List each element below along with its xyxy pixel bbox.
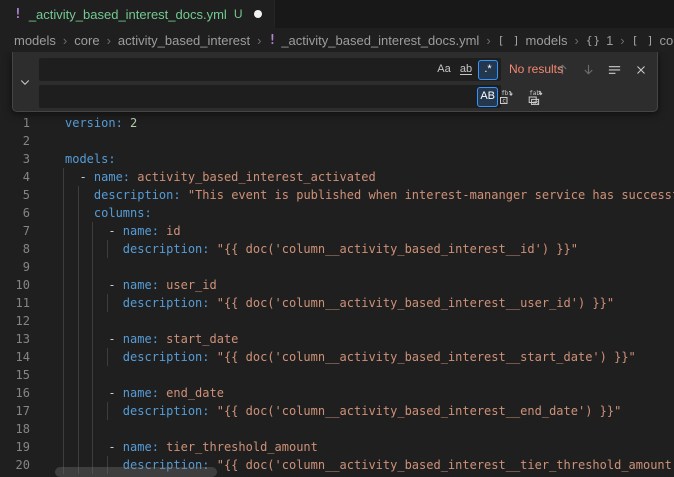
breadcrumb: models › core › activity_based_interest ›! _ac… — [0, 28, 674, 52]
symbol-object-icon: {} — [586, 34, 601, 47]
regex-icon[interactable]: .* — [478, 60, 498, 80]
code-line-5[interactable]: description: "This event is published wh… — [0, 186, 674, 204]
code-line-8[interactable]: description: "{{ doc('column__activity_b… — [0, 240, 674, 258]
tab-filename: _activity_based_interest_docs.yml — [29, 7, 227, 22]
whole-word-icon[interactable]: ab — [456, 60, 476, 80]
svg-text:c: c — [502, 97, 506, 104]
indent-guide — [107, 240, 108, 258]
find-in-selection-icon[interactable] — [604, 59, 625, 80]
breadcrumb-separator-icon: › — [486, 33, 490, 48]
indent-guide — [78, 186, 79, 474]
breadcrumb-separator-icon: › — [107, 33, 111, 48]
yaml-file-icon: ! — [14, 7, 22, 22]
svg-text:ac: ac — [532, 99, 539, 104]
code-line-10[interactable]: - name: user_id — [0, 276, 674, 294]
indent-guide — [107, 294, 108, 312]
code-line-11[interactable]: description: "{{ doc('column__activity_b… — [0, 294, 674, 312]
editor-pane[interactable]: 1234567891011121314151617181920 version:… — [0, 52, 674, 477]
code-line-1[interactable]: version: 2 — [0, 114, 674, 132]
code-line-19[interactable]: - name: tier_threshold_amount — [0, 438, 674, 456]
breadcrumb-label: _activity_based_interest_docs.yml — [281, 33, 479, 48]
breadcrumb-separator-icon: › — [574, 33, 578, 48]
code-line-18[interactable] — [0, 420, 674, 438]
code-line-4[interactable]: - name: activity_based_interest_activate… — [0, 168, 674, 186]
replace-input[interactable]: - name: $1\n description: "{{ doc('colum… — [39, 85, 501, 108]
horizontal-scrollbar[interactable] — [55, 467, 217, 477]
indent-guide — [107, 402, 108, 420]
git-status-badge: U — [234, 7, 243, 21]
code-content[interactable]: version: 2 models: - name: activity_based… — [0, 114, 674, 474]
code-line-3[interactable]: models: — [0, 150, 674, 168]
indent-guide — [63, 168, 64, 474]
match-case-icon[interactable]: Aa — [434, 60, 454, 80]
code-line-16[interactable]: - name: end_date — [0, 384, 674, 402]
find-input[interactable]: \s{6}- name: (.*)\n description: "" Aa a… — [39, 58, 501, 81]
breadcrumb-item-col[interactable]: [ ] col — [632, 33, 674, 48]
indent-guide — [92, 222, 93, 474]
code-line-2[interactable] — [0, 132, 674, 150]
toggle-replace-chevron-down-icon[interactable] — [17, 74, 33, 90]
code-line-13[interactable]: - name: start_date — [0, 330, 674, 348]
yaml-file-icon: ! — [269, 33, 277, 48]
indent-guide — [107, 348, 108, 366]
tab-bar: ! _activity_based_interest_docs.yml U — [0, 0, 674, 28]
breadcrumb-separator-icon: › — [620, 33, 624, 48]
replace-all-icon[interactable]: fab ac — [524, 86, 545, 107]
vscode-window: ! _activity_based_interest_docs.yml U mo… — [0, 0, 674, 477]
code-line-14[interactable]: description: "{{ doc('column__activity_b… — [0, 348, 674, 366]
breadcrumb-label: activity_based_interest — [118, 33, 250, 48]
previous-match-icon[interactable] — [552, 59, 573, 80]
breadcrumb-item-core[interactable]: core — [74, 33, 99, 48]
code-line-15[interactable] — [0, 366, 674, 384]
breadcrumb-item-_activity_based_interest_docs.yml[interactable]: ! _activity_based_interest_docs.yml — [269, 33, 480, 48]
code-line-12[interactable] — [0, 312, 674, 330]
breadcrumb-item-1[interactable]: {} 1 — [586, 33, 613, 48]
breadcrumb-separator-icon: › — [63, 33, 67, 48]
replace-icon[interactable]: fb c — [495, 86, 516, 107]
unsaved-changes-dot[interactable] — [254, 10, 262, 18]
breadcrumb-separator-icon: › — [257, 33, 261, 48]
svg-text:fab: fab — [529, 89, 540, 96]
code-line-6[interactable]: columns: — [0, 204, 674, 222]
breadcrumb-item-models[interactable]: models — [14, 33, 56, 48]
find-replace-widget: \s{6}- name: (.*)\n description: "" Aa a… — [12, 52, 658, 112]
breadcrumb-label: 1 — [606, 33, 613, 48]
breadcrumb-item-models[interactable]: [ ] models — [498, 33, 568, 48]
code-line-17[interactable]: description: "{{ doc('column__activity_b… — [0, 402, 674, 420]
symbol-array-icon: [ ] — [632, 34, 655, 47]
code-line-9[interactable] — [0, 258, 674, 276]
breadcrumb-item-activity_based_interest[interactable]: activity_based_interest — [118, 33, 250, 48]
tab-active-yml-file[interactable]: ! _activity_based_interest_docs.yml U — [0, 0, 275, 28]
symbol-array-icon: [ ] — [498, 34, 521, 47]
code-line-7[interactable]: - name: id — [0, 222, 674, 240]
close-icon[interactable] — [630, 59, 651, 80]
breadcrumb-label: core — [74, 33, 99, 48]
svg-text:fb: fb — [501, 90, 509, 97]
breadcrumb-label: col — [660, 33, 674, 48]
breadcrumb-label: models — [526, 33, 568, 48]
breadcrumb-label: models — [14, 33, 56, 48]
next-match-icon[interactable] — [578, 59, 599, 80]
